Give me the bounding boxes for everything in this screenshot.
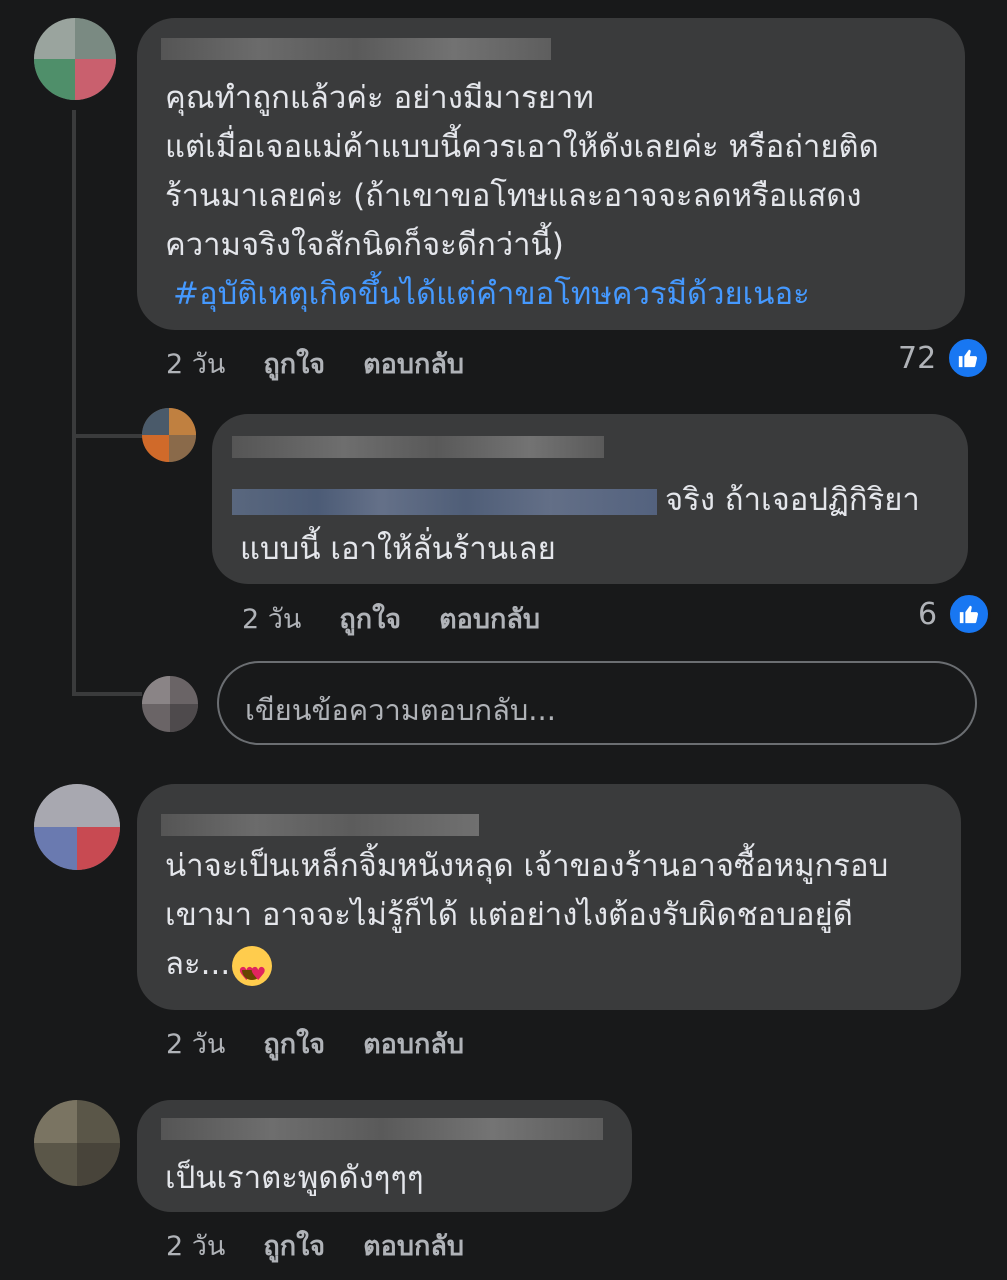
timestamp[interactable]: 2 วัน xyxy=(242,604,301,635)
reply-text: จริง ถ้าเจอปฏิกิริยา แบบนี้ เอาให้ลั่นร้… xyxy=(232,476,920,574)
thread-branch xyxy=(72,434,142,438)
comment-actions: 2 วัน ถูกใจ ตอบกลับ xyxy=(166,1224,502,1267)
hashtag-link[interactable]: #อุบัติเหตุเกิดขึ้นได้แต่คำขอโทษควรมีด้ว… xyxy=(165,270,879,319)
thread-line xyxy=(72,110,76,695)
comment-text: เป็นเราตะพูดดังๆๆๆ xyxy=(165,1160,424,1196)
reply-placeholder: เขียนข้อความตอบกลับ... xyxy=(245,693,556,727)
reply-input[interactable]: เขียนข้อความตอบกลับ... xyxy=(217,661,977,745)
thumbs-up-icon xyxy=(946,336,991,380)
like-button[interactable]: ถูกใจ xyxy=(263,1231,325,1262)
comment-text: คุณทำถูกแล้วค่ะ อย่างมีมารยาท แต่เมื่อเจ… xyxy=(165,74,879,319)
reply-bubble: จริง ถ้าเจอปฏิกิริยา แบบนี้ เอาให้ลั่นร้… xyxy=(212,414,968,584)
avatar xyxy=(142,676,198,732)
commenter-name[interactable] xyxy=(232,436,604,458)
heart-eyes-emoji xyxy=(232,945,273,999)
comment-bubble: เป็นเราตะพูดดังๆๆๆ xyxy=(137,1100,632,1212)
comment-bubble: คุณทำถูกแล้วค่ะ อย่างมีมารยาท แต่เมื่อเจ… xyxy=(137,18,965,330)
commenter-name[interactable] xyxy=(161,1118,603,1140)
thread-branch xyxy=(72,692,142,696)
avatar[interactable] xyxy=(142,408,196,462)
reply-button[interactable]: ตอบกลับ xyxy=(363,1231,464,1262)
avatar[interactable] xyxy=(34,18,116,100)
commenter-name[interactable] xyxy=(161,814,479,836)
reply-actions: 2 วัน ถูกใจ ตอบกลับ xyxy=(242,597,578,640)
like-button[interactable]: ถูกใจ xyxy=(263,349,325,380)
timestamp[interactable]: 2 วัน xyxy=(166,1029,225,1060)
mention-tag[interactable] xyxy=(232,488,657,515)
commenter-name[interactable] xyxy=(161,38,551,60)
reaction-count[interactable]: 72 xyxy=(898,336,991,380)
like-count: 72 xyxy=(898,340,937,376)
comment-text: น่าจะเป็นเหล็กจิ้มหนังหลุด เจ้าของร้านอา… xyxy=(165,842,888,999)
like-count: 6 xyxy=(918,596,938,632)
timestamp[interactable]: 2 วัน xyxy=(166,1231,225,1262)
comment-bubble: น่าจะเป็นเหล็กจิ้มหนังหลุด เจ้าของร้านอา… xyxy=(137,784,961,1010)
reply-button[interactable]: ตอบกลับ xyxy=(439,604,540,635)
thumbs-up-icon xyxy=(947,592,992,636)
reaction-count[interactable]: 6 xyxy=(918,592,992,636)
avatar[interactable] xyxy=(34,1100,120,1186)
reply-button[interactable]: ตอบกลับ xyxy=(363,1029,464,1060)
timestamp[interactable]: 2 วัน xyxy=(166,349,225,380)
like-button[interactable]: ถูกใจ xyxy=(339,604,401,635)
like-button[interactable]: ถูกใจ xyxy=(263,1029,325,1060)
avatar[interactable] xyxy=(34,784,120,870)
comment-actions: 2 วัน ถูกใจ ตอบกลับ xyxy=(166,1022,502,1065)
reply-button[interactable]: ตอบกลับ xyxy=(363,349,464,380)
comment-actions: 2 วัน ถูกใจ ตอบกลับ xyxy=(166,342,502,385)
